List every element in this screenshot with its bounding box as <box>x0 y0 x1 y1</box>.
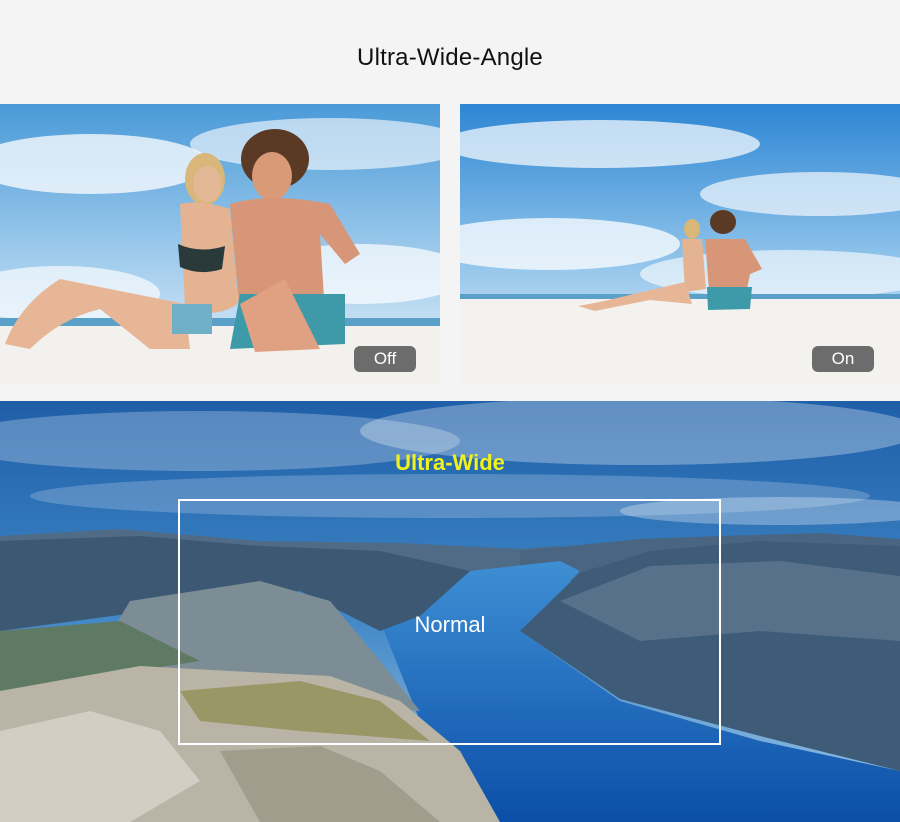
fjord-field-of-view-image: Ultra-Wide Normal <box>0 401 900 822</box>
beach-couple-closeup-image <box>0 104 440 384</box>
wide-angle-on-badge: On <box>812 346 874 372</box>
photo-wide-angle-off: Off <box>0 104 440 384</box>
ultra-wide-label: Ultra-Wide <box>395 450 505 475</box>
photo-wide-angle-on: On <box>460 104 900 384</box>
page-title: Ultra-Wide-Angle <box>357 44 543 71</box>
wide-angle-off-badge: Off <box>354 346 416 372</box>
normal-label: Normal <box>414 612 486 637</box>
beach-couple-wide-image <box>460 104 900 384</box>
